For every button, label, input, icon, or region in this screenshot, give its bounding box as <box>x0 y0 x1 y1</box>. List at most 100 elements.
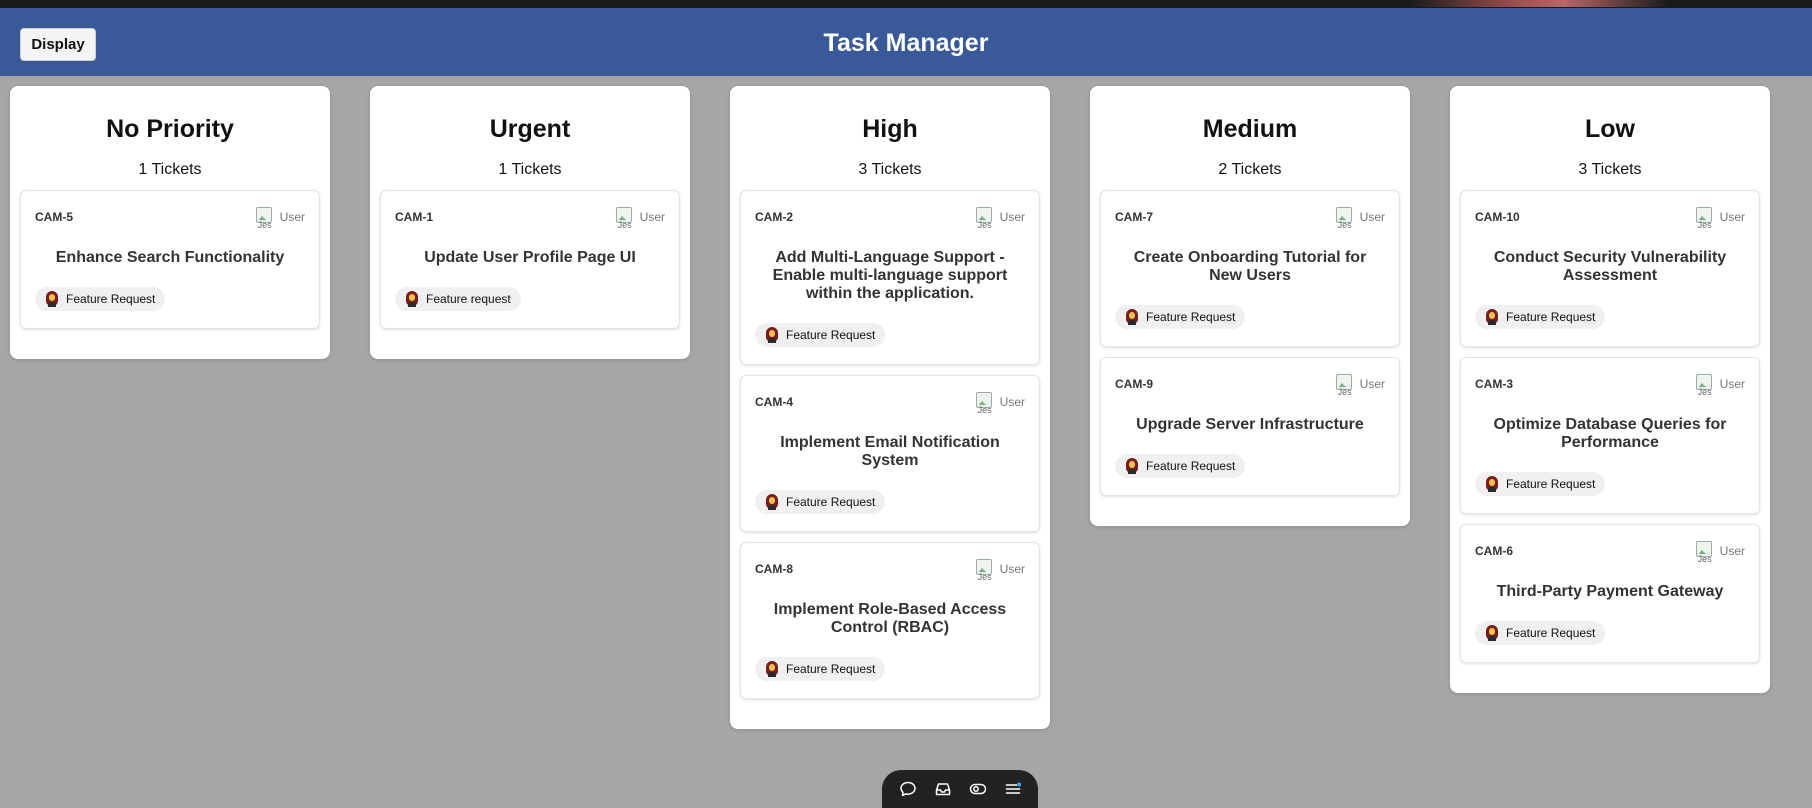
avatar-alt-text: Jes <box>257 220 272 230</box>
assignee-label: User <box>999 562 1025 576</box>
avatar: Jes <box>1334 372 1354 396</box>
ticket-tag: Feature Request <box>755 323 886 347</box>
avatar-alt-text: Jes <box>1697 220 1712 230</box>
ticket-id: CAM-10 <box>1475 210 1520 224</box>
tag-label: Feature Request <box>786 328 876 342</box>
assignee: Jes User <box>254 205 305 229</box>
assignee: Jes User <box>614 205 665 229</box>
ticket-card[interactable]: CAM-5 Jes User Enhance Search Functionality… <box>20 190 320 329</box>
ticket-card[interactable]: CAM-7 Jes User Create Onboarding Tutorial f… <box>1100 190 1400 347</box>
ticket-card[interactable]: CAM-2 Jes User Add Multi-Language Support -… <box>740 190 1040 365</box>
avatar-alt-text: Jes <box>977 220 992 230</box>
ticket-title: Implement Email Notification System <box>780 434 1000 469</box>
ticket-card[interactable]: CAM-9 Jes User Upgrade Server Infrastructur… <box>1100 357 1400 496</box>
column-title: High <box>862 115 918 143</box>
ticket-card[interactable]: CAM-8 Jes User Implement Role-Based Access … <box>740 542 1040 699</box>
avatar-alt-text: Jes <box>1337 387 1352 397</box>
avatar: Jes <box>614 205 634 229</box>
ticket-id: CAM-3 <box>1475 377 1513 391</box>
ticket-title: Add Multi-Language Support - Enable mult… <box>772 249 1008 302</box>
ticket-title: Upgrade Server Infrastructure <box>1136 416 1364 433</box>
column-title: Low <box>1585 115 1635 143</box>
person-avatar-icon <box>45 291 59 307</box>
ticket-card[interactable]: CAM-10 Jes User Conduct Security Vulnerabil… <box>1460 190 1760 347</box>
card-header: CAM-3 Jes User <box>1475 372 1745 396</box>
ticket-title: Implement Role-Based Access Control (RBA… <box>773 601 1007 636</box>
tag-label: Feature Request <box>1506 626 1596 640</box>
column-ticket-count: 1 Tickets <box>498 161 562 178</box>
tag-label: Feature Request <box>1146 459 1236 473</box>
ticket-id: CAM-2 <box>755 210 793 224</box>
ticket-card[interactable]: CAM-1 Jes User Update User Profile Page UI F… <box>380 190 680 329</box>
ticket-title: Optimize Database Queries for Performanc… <box>1493 416 1727 451</box>
ticket-tag: Feature Request <box>1115 305 1246 329</box>
ticket-card[interactable]: CAM-6 Jes User Third-Party Payment Gateway F… <box>1460 524 1760 663</box>
assignee-label: User <box>999 395 1025 409</box>
ticket-id: CAM-9 <box>1115 377 1153 391</box>
assignee-label: User <box>1719 210 1745 224</box>
avatar: Jes <box>1334 205 1354 229</box>
card-header: CAM-1 Jes User <box>395 205 665 229</box>
column-ticket-count: 1 Tickets <box>138 161 202 178</box>
tag-label: Feature request <box>426 292 511 306</box>
card-header: CAM-5 Jes User <box>35 205 305 229</box>
ticket-id: CAM-4 <box>755 395 793 409</box>
person-avatar-icon <box>1125 458 1139 474</box>
column-title: No Priority <box>106 115 234 143</box>
tag-label: Feature Request <box>66 292 156 306</box>
ticket-tag: Feature Request <box>1475 472 1606 496</box>
ticket-tag: Feature Request <box>35 287 166 311</box>
ticket-id: CAM-1 <box>395 210 433 224</box>
assignee: Jes User <box>1694 372 1745 396</box>
assignee: Jes User <box>1694 205 1745 229</box>
column-no-priority: No Priority 1 Tickets CAM-5 Jes User Enhance … <box>10 86 330 359</box>
column-urgent: Urgent 1 Tickets CAM-1 Jes User Update User P… <box>370 86 690 359</box>
ticket-id: CAM-6 <box>1475 544 1513 558</box>
card-list: CAM-1 Jes User Update User Profile Page UI F… <box>380 190 680 329</box>
person-avatar-icon <box>765 661 779 677</box>
ticket-title: Conduct Security Vulnerability Assessmen… <box>1493 249 1727 284</box>
ticket-card[interactable]: CAM-4 Jes User Implement Email Notification… <box>740 375 1040 532</box>
person-avatar-icon <box>1485 476 1499 492</box>
card-list: CAM-7 Jes User Create Onboarding Tutorial f… <box>1100 190 1400 496</box>
assignee-label: User <box>639 210 665 224</box>
person-avatar-icon <box>405 291 419 307</box>
app-title: Task Manager <box>823 29 989 57</box>
card-header: CAM-9 Jes User <box>1115 372 1385 396</box>
ticket-tag: Feature Request <box>755 657 886 681</box>
ticket-tag: Feature Request <box>1475 621 1606 645</box>
card-header: CAM-7 Jes User <box>1115 205 1385 229</box>
avatar: Jes <box>974 557 994 581</box>
assignee: Jes User <box>1694 539 1745 563</box>
inbox-icon[interactable] <box>931 777 955 801</box>
person-avatar-icon <box>1125 309 1139 325</box>
card-header: CAM-4 Jes User <box>755 390 1025 414</box>
avatar-alt-text: Jes <box>617 220 632 230</box>
avatar: Jes <box>974 205 994 229</box>
tag-label: Feature Request <box>786 495 876 509</box>
card-list: CAM-2 Jes User Add Multi-Language Support -… <box>740 190 1040 699</box>
avatar: Jes <box>1694 372 1714 396</box>
avatar: Jes <box>1694 539 1714 563</box>
ticket-tag: Feature Request <box>1475 305 1606 329</box>
assignee: Jes User <box>1334 372 1385 396</box>
assignee: Jes User <box>974 557 1025 581</box>
ticket-card[interactable]: CAM-3 Jes User Optimize Database Queries fo… <box>1460 357 1760 514</box>
card-header: CAM-2 Jes User <box>755 205 1025 229</box>
chat-bubble-icon[interactable] <box>896 777 920 801</box>
menu-icon[interactable] <box>1001 777 1025 801</box>
column-low: Low 3 Tickets CAM-10 Jes User Conduct Securit… <box>1450 86 1770 693</box>
eye-toggle-icon[interactable] <box>966 777 990 801</box>
avatar-alt-text: Jes <box>1337 220 1352 230</box>
assignee: Jes User <box>1334 205 1385 229</box>
tag-label: Feature Request <box>786 662 876 676</box>
ticket-id: CAM-7 <box>1115 210 1153 224</box>
person-avatar-icon <box>765 327 779 343</box>
card-header: CAM-10 Jes User <box>1475 205 1745 229</box>
avatar: Jes <box>974 390 994 414</box>
assignee-label: User <box>1359 377 1385 391</box>
ticket-title: Update User Profile Page UI <box>424 249 636 266</box>
app-header: Display Task Manager <box>0 8 1812 76</box>
column-ticket-count: 2 Tickets <box>1218 161 1282 178</box>
assignee-label: User <box>999 210 1025 224</box>
